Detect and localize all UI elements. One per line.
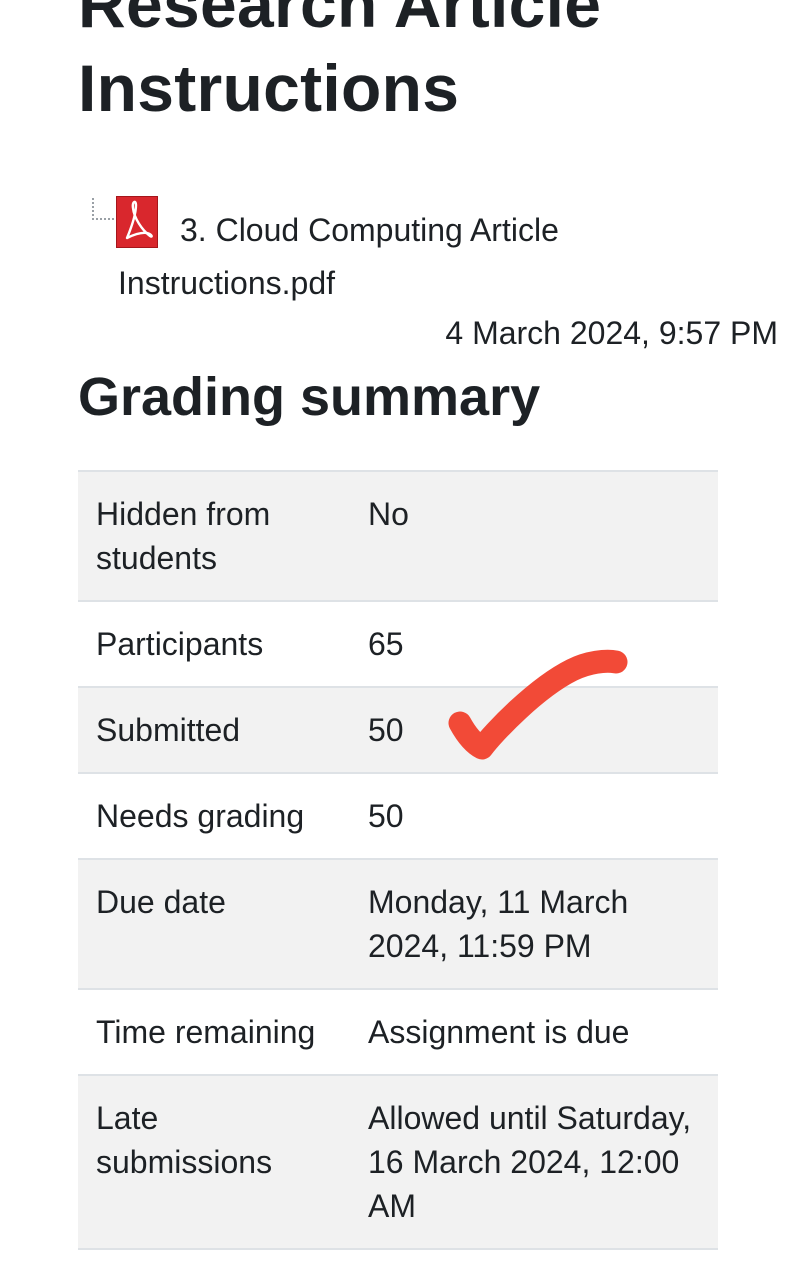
table-row: Late submissions Allowed until Saturday,… <box>78 1074 718 1250</box>
row-label: Needs grading <box>78 772 350 859</box>
row-value: Assignment is due <box>350 988 718 1075</box>
table-row: Submitted 50 <box>78 686 718 773</box>
attachment-file-link[interactable]: 3. Cloud Computing Article Instructions.… <box>118 204 678 310</box>
assignment-page: Research Article Instructions 3. Cloud C… <box>0 0 796 1280</box>
row-label: Submitted <box>78 686 350 773</box>
row-value: Monday, 11 March 2024, 11:59 PM <box>350 858 718 989</box>
row-value: 50 <box>350 686 718 773</box>
row-value: No <box>350 470 718 601</box>
row-label: Hidden from students <box>78 470 350 601</box>
table-row: Participants 65 <box>78 600 718 687</box>
row-value: 65 <box>350 600 718 687</box>
row-label: Participants <box>78 600 350 687</box>
row-label: Late submissions <box>78 1074 350 1250</box>
page-title: Research Article Instructions <box>78 0 602 125</box>
tree-connector <box>92 198 114 220</box>
grading-summary-heading: Grading summary <box>78 367 541 427</box>
row-value: Allowed until Saturday, 16 March 2024, 1… <box>350 1074 718 1250</box>
attachment-date: 4 March 2024, 9:57 PM <box>445 315 778 351</box>
table-row: Time remaining Assignment is due <box>78 988 718 1075</box>
table-row: Hidden from students No <box>78 470 718 601</box>
table-row: Due date Monday, 11 March 2024, 11:59 PM <box>78 858 718 989</box>
row-label: Due date <box>78 858 350 989</box>
table-row: Needs grading 50 <box>78 772 718 859</box>
row-value: 50 <box>350 772 718 859</box>
row-label: Time remaining <box>78 988 350 1075</box>
grading-summary-table: Hidden from students No Participants 65 … <box>78 470 718 1250</box>
